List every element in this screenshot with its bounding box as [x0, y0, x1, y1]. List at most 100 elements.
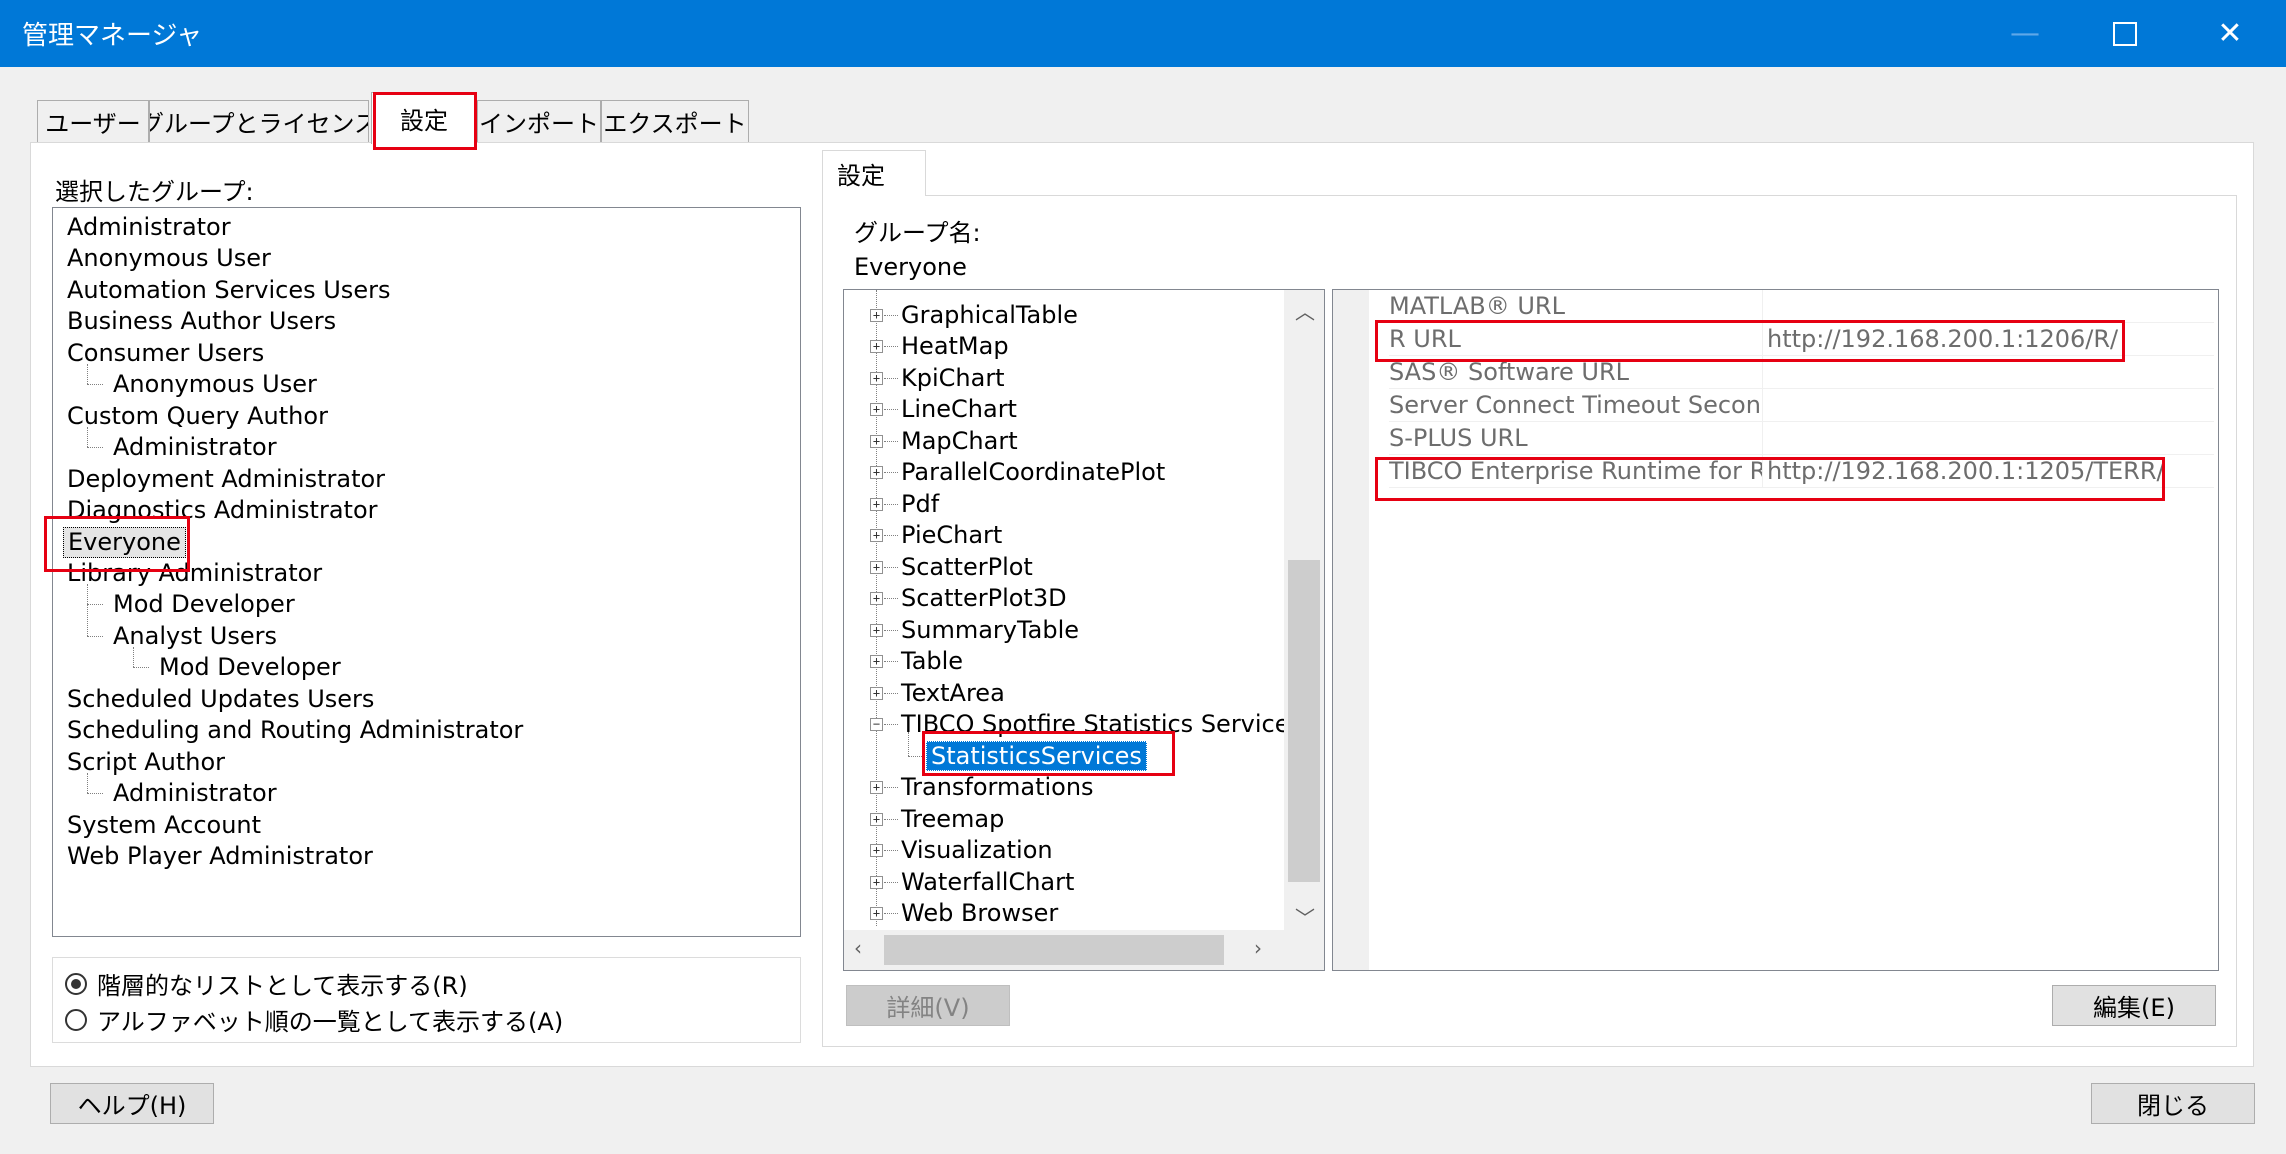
tree-item[interactable]: KpiChart: [901, 363, 1005, 394]
tree-item[interactable]: TIBCO Spotfire Statistics Service: [901, 709, 1290, 740]
scroll-left-icon[interactable]: ‹: [854, 936, 862, 960]
tree-item[interactable]: Table: [901, 646, 963, 677]
tree-item-selected-label[interactable]: StatisticsServices: [926, 741, 1147, 771]
list-item[interactable]: Anonymous User: [109, 369, 321, 400]
list-item[interactable]: Mod Developer: [109, 589, 299, 620]
property-row[interactable]: S-PLUS URL: [1389, 422, 2214, 455]
tree-item[interactable]: Treemap: [901, 804, 1004, 835]
tree-item[interactable]: HeatMap: [901, 331, 1009, 362]
tab-settings[interactable]: 設定: [371, 92, 477, 144]
expand-icon[interactable]: +: [870, 340, 883, 353]
tree-item[interactable]: ParallelCoordinatePlot: [901, 457, 1165, 488]
group-name-label: グループ名:: [854, 219, 981, 247]
expand-icon[interactable]: +: [870, 876, 883, 889]
scroll-up-icon[interactable]: ︿: [1295, 296, 1315, 325]
list-item[interactable]: Anonymous User: [63, 243, 275, 274]
expand-icon[interactable]: +: [870, 309, 883, 322]
scroll-right-icon[interactable]: ›: [1254, 936, 1262, 960]
tree-item[interactable]: Visualization: [901, 835, 1053, 866]
tree-item[interactable]: Web Browser: [901, 898, 1058, 929]
tree-item[interactable]: Transformations: [901, 772, 1094, 803]
tab-inner-settings[interactable]: 設定: [822, 150, 926, 196]
property-row[interactable]: TIBCO Enterprise Runtime for R http://19…: [1389, 455, 2214, 488]
tree-item-selected[interactable]: StatisticsServices: [926, 741, 1147, 772]
tree-item[interactable]: MapChart: [901, 426, 1018, 457]
list-item[interactable]: Mod Developer: [155, 652, 345, 683]
list-item[interactable]: System Account: [63, 810, 265, 841]
tree-item[interactable]: GraphicalTable: [901, 300, 1078, 331]
property-row[interactable]: Server Connect Timeout Seconds: [1389, 389, 2214, 422]
tab-export[interactable]: エクスポート: [601, 100, 749, 142]
minimize-button[interactable]: —: [1975, 0, 2075, 67]
settings-tree[interactable]: + GraphicalTable + HeatMap + KpiChart + …: [843, 289, 1325, 971]
list-item[interactable]: Scheduling and Routing Administrator: [63, 715, 527, 746]
tab-users[interactable]: ユーザー: [37, 100, 149, 142]
list-item[interactable]: Business Author Users: [63, 306, 340, 337]
list-item-selected[interactable]: Everyone: [63, 527, 186, 558]
group-list[interactable]: Administrator Anonymous User Automation …: [52, 207, 801, 937]
title-bar[interactable]: 管理マネージャ — ✕: [0, 0, 2286, 67]
edit-button[interactable]: 編集(E): [2052, 985, 2216, 1026]
tree-item[interactable]: ScatterPlot: [901, 552, 1033, 583]
tree-item[interactable]: ScatterPlot3D: [901, 583, 1067, 614]
expand-icon[interactable]: +: [870, 435, 883, 448]
collapse-icon[interactable]: −: [870, 718, 883, 731]
expand-icon[interactable]: +: [870, 844, 883, 857]
list-item[interactable]: Administrator: [109, 432, 281, 463]
tree-item[interactable]: Pdf: [901, 489, 939, 520]
expand-icon[interactable]: +: [870, 813, 883, 826]
expand-icon[interactable]: +: [870, 781, 883, 794]
expand-icon[interactable]: +: [870, 466, 883, 479]
property-grid[interactable]: MATLAB® URL R URL http://192.168.200.1:1…: [1332, 289, 2219, 971]
radio-hierarchical-label: 階層的なリストとして表示する(R): [97, 972, 468, 1000]
expand-icon[interactable]: +: [870, 624, 883, 637]
maximize-button[interactable]: [2075, 0, 2175, 67]
list-item[interactable]: Administrator: [63, 212, 235, 243]
radio-hierarchical[interactable]: 階層的なリストとして表示する(R): [65, 966, 468, 1001]
property-row[interactable]: R URL http://192.168.200.1:1206/R/: [1389, 323, 2214, 356]
details-button[interactable]: 詳細(V): [846, 985, 1010, 1026]
list-item[interactable]: Web Player Administrator: [63, 841, 377, 872]
horizontal-scrollbar[interactable]: ‹ ›: [844, 930, 1324, 970]
tree-item[interactable]: TextArea: [901, 678, 1005, 709]
list-item[interactable]: Consumer Users: [63, 338, 268, 369]
scroll-down-icon[interactable]: ﹀: [1295, 902, 1315, 931]
property-row[interactable]: SAS® Software URL: [1389, 356, 2214, 389]
expand-icon[interactable]: +: [870, 529, 883, 542]
expand-icon[interactable]: +: [870, 907, 883, 920]
expand-icon[interactable]: +: [870, 403, 883, 416]
list-item[interactable]: Diagnostics Administrator: [63, 495, 382, 526]
close-button[interactable]: ✕: [2180, 0, 2280, 67]
expand-icon[interactable]: +: [870, 687, 883, 700]
property-row[interactable]: MATLAB® URL: [1389, 290, 2214, 323]
group-name-value: Everyone: [854, 253, 967, 281]
expand-icon[interactable]: +: [870, 592, 883, 605]
close-dialog-button[interactable]: 閉じる: [2091, 1083, 2255, 1124]
list-item[interactable]: Library Administrator: [63, 558, 326, 589]
list-item[interactable]: Scheduled Updates Users: [63, 684, 378, 715]
tree-item[interactable]: PieChart: [901, 520, 1002, 551]
list-item[interactable]: Custom Query Author: [63, 401, 332, 432]
radio-checked-icon: [65, 972, 87, 995]
expand-icon[interactable]: +: [870, 498, 883, 511]
expand-icon[interactable]: +: [870, 372, 883, 385]
list-item[interactable]: Deployment Administrator: [63, 464, 389, 495]
tree-item[interactable]: LineChart: [901, 394, 1017, 425]
vertical-scrollbar[interactable]: ︿ ﹀: [1284, 290, 1324, 936]
help-button[interactable]: ヘルプ(H): [50, 1083, 214, 1124]
tree-item[interactable]: SummaryTable: [901, 615, 1079, 646]
property-grid-margin: [1333, 290, 1369, 970]
list-item[interactable]: Analyst Users: [109, 621, 281, 652]
radio-unchecked-icon: [65, 1008, 87, 1031]
tab-import[interactable]: インポート: [477, 100, 601, 142]
radio-alphabetical[interactable]: アルファベット順の一覧として表示する(A): [65, 1002, 563, 1037]
list-item[interactable]: Automation Services Users: [63, 275, 394, 306]
list-item[interactable]: Administrator: [109, 778, 281, 809]
expand-icon[interactable]: +: [870, 561, 883, 574]
tree-item[interactable]: WaterfallChart: [901, 867, 1074, 898]
tab-groups-licenses[interactable]: グループとライセンス: [149, 100, 369, 142]
scrollbar-thumb[interactable]: [884, 935, 1224, 965]
scrollbar-thumb[interactable]: [1288, 560, 1320, 882]
property-name: TIBCO Enterprise Runtime for R: [1389, 457, 1762, 485]
expand-icon[interactable]: +: [870, 655, 883, 668]
